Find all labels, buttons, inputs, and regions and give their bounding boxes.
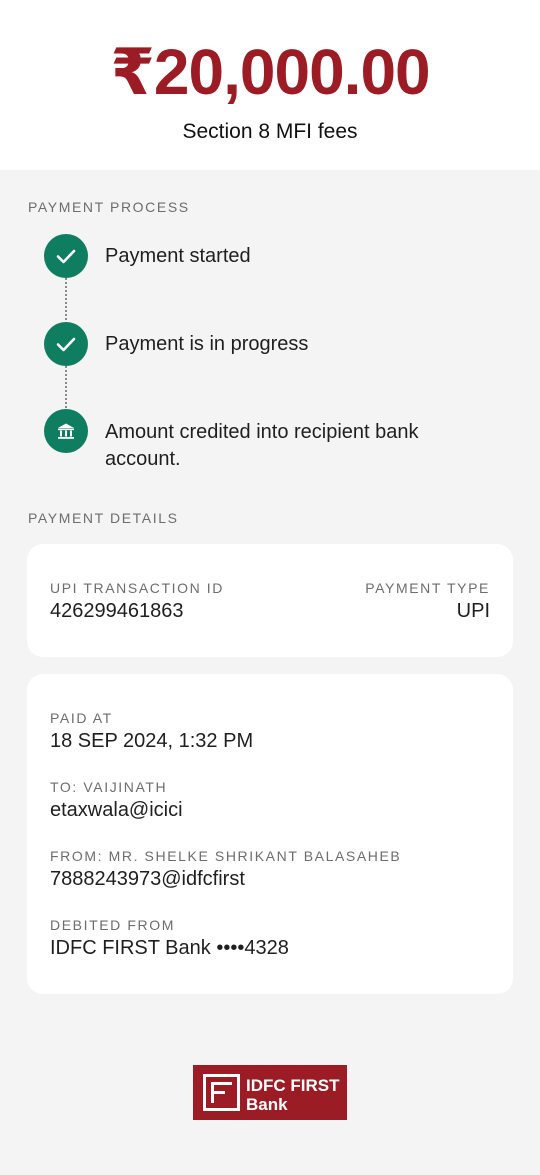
upi-transaction-id-label: UPI TRANSACTION ID [50,580,225,596]
payment-purpose: Section 8 MFI fees [182,120,358,143]
idfc-logo-mark-icon [203,1074,240,1111]
amount-header: ₹20,000.00 Section 8 MFI fees [0,0,540,170]
debited-from-label: DEBITED FROM [50,917,175,933]
payment-type-label: PAYMENT TYPE [365,580,490,596]
timeline-connector [65,366,67,408]
bank-icon [44,409,88,453]
payment-details-title: PAYMENT DETAILS [28,510,179,526]
payment-info-card: PAID AT 18 SEP 2024, 1:32 PM TO: VAIJINA… [27,674,513,994]
idfc-first-logo: IDFC FIRST Bank [193,1065,347,1120]
from-label: FROM: MR. SHELKE SHRIKANT BALASAHEB [50,848,402,864]
paid-at-label: PAID AT [50,710,113,726]
logo-text-line1: IDFC FIRST [246,1076,340,1095]
step-payment-started: Payment started [105,245,251,267]
check-icon [44,234,88,278]
payment-process-title: PAYMENT PROCESS [28,199,190,215]
from-value: 7888243973@idfcfirst [50,868,245,890]
payment-amount: ₹20,000.00 [110,36,430,108]
upi-transaction-id-value: 426299461863 [50,600,184,622]
to-value: etaxwala@icici [50,799,183,821]
logo-text-line2: Bank [246,1095,288,1114]
step-payment-in-progress: Payment is in progress [105,333,309,355]
check-icon [44,322,88,366]
transaction-card: UPI TRANSACTION ID 426299461863 PAYMENT … [27,544,513,657]
paid-at-value: 18 SEP 2024, 1:32 PM [50,730,254,752]
step-amount-credited: Amount credited into recipient bank acco… [105,421,419,470]
payment-type-value: UPI [456,600,490,622]
debited-from-value: IDFC FIRST Bank ••••4328 [50,937,289,959]
timeline-connector [65,278,67,320]
to-label: TO: VAIJINATH [50,779,168,795]
